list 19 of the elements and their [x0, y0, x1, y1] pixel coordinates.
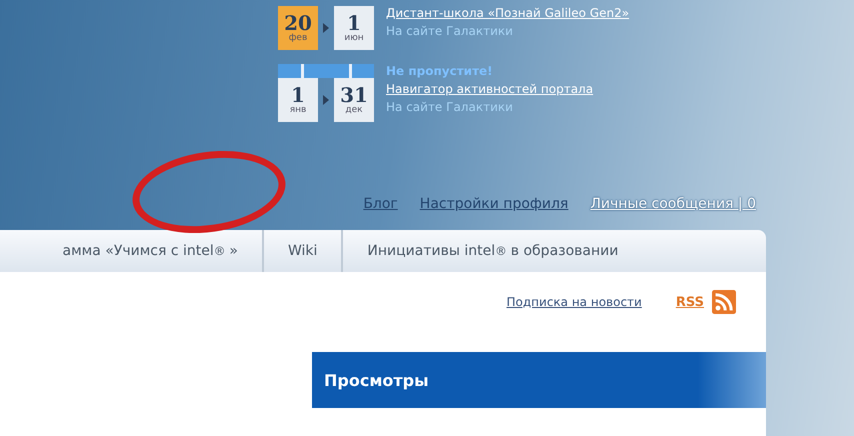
month-label: июн [344, 33, 364, 43]
user-link[interactable]: Настройки профиля [420, 196, 568, 212]
day-number: 31 [340, 85, 368, 105]
subscribe-link[interactable]: Подписка на новости [506, 295, 642, 309]
month-label: фев [288, 33, 308, 43]
event-link[interactable]: Навигатор активностей портала [386, 82, 594, 96]
month-label: янв [290, 105, 306, 115]
day-number: 20 [284, 13, 312, 33]
event-heading: Не пропустите! [386, 64, 494, 78]
day-number: 1 [291, 85, 305, 105]
month-label: дек [345, 105, 363, 115]
event-link[interactable]: Дистант-школа «Познай Galileo Gen2» [386, 6, 630, 20]
event-source: На сайте Галактики [386, 24, 514, 38]
day-number: 1 [347, 13, 361, 33]
rss-link[interactable]: RSS [676, 294, 704, 310]
panel-header: Просмотры [312, 352, 766, 408]
rss-icon [712, 290, 736, 314]
user-link[interactable]: Блог [363, 196, 398, 212]
event-source: На сайте Галактики [386, 100, 514, 114]
